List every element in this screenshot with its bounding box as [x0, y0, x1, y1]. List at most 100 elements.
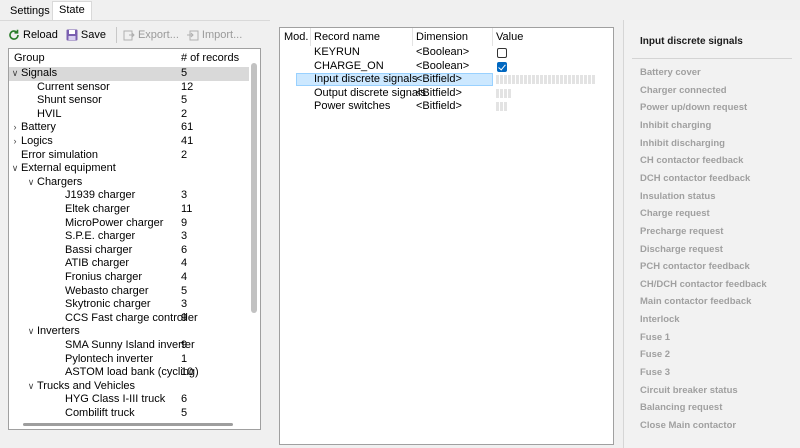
tab-state[interactable]: State [52, 1, 92, 21]
bit-cell[interactable] [504, 88, 507, 98]
record-row[interactable]: KEYRUN <Boolean> [280, 46, 613, 60]
bit-cell[interactable] [572, 75, 575, 85]
bit-cell[interactable] [500, 102, 503, 112]
tree-row[interactable]: J1939 charger 3 [9, 189, 249, 203]
column-count-header[interactable]: # of records [181, 52, 239, 64]
tree-row[interactable]: Combilift truck 5 [9, 407, 249, 421]
tree-row[interactable]: HVIL 2 [9, 108, 249, 122]
chevron-down-icon[interactable]: ∨ [26, 325, 36, 339]
tree-row[interactable]: ASTOM load bank (cycling) 10 [9, 366, 249, 380]
tree-row[interactable]: Pylontech inverter 1 [9, 353, 249, 367]
signal-label: Fuse 2 [640, 349, 671, 361]
group-tree[interactable]: Group # of records ∨ Signals 5 Current sens… [8, 48, 261, 430]
bit-cell[interactable] [536, 75, 539, 85]
bitfield-value[interactable] [496, 75, 596, 85]
column-record-name-header[interactable]: Record name [314, 28, 380, 46]
tree-row[interactable]: CCS Fast charge controller 9 [9, 312, 249, 326]
bit-cell[interactable] [584, 75, 587, 85]
bit-cell[interactable] [516, 75, 519, 85]
bit-cell[interactable] [504, 75, 507, 85]
tree-row[interactable]: Skytronic charger 3 [9, 298, 249, 312]
bit-cell[interactable] [500, 88, 503, 98]
column-group-header[interactable]: Group [14, 52, 45, 64]
bit-cell[interactable] [540, 75, 543, 85]
record-row[interactable]: Input discrete signals <Bitfield> [280, 73, 613, 87]
value-checkbox[interactable] [497, 48, 507, 58]
record-row[interactable]: CHARGE_ON <Boolean> [280, 60, 613, 74]
column-value-header[interactable]: Value [496, 28, 523, 46]
bit-cell[interactable] [496, 102, 499, 112]
export-button[interactable]: Export... [123, 26, 179, 44]
tree-row[interactable]: Error simulation 2 [9, 149, 249, 163]
bit-cell[interactable] [568, 75, 571, 85]
bit-cell[interactable] [588, 75, 591, 85]
bit-cell[interactable] [528, 75, 531, 85]
bit-cell[interactable] [548, 75, 551, 85]
tree-row[interactable]: ATIB charger 4 [9, 257, 249, 271]
tree-row[interactable]: Shunt sensor 5 [9, 94, 249, 108]
chevron-right-icon[interactable]: › [10, 135, 20, 149]
record-row[interactable]: Output discrete signals <Bitfield> [280, 87, 613, 101]
chevron-down-icon[interactable]: ∨ [10, 67, 20, 81]
bitfield-value[interactable] [496, 88, 512, 98]
save-button[interactable]: Save [66, 26, 106, 44]
detail-title: Input discrete signals [640, 36, 743, 47]
tree-row[interactable]: ∨ Trucks and Vehicles [9, 380, 249, 394]
tree-row[interactable]: ∨ Chargers [9, 176, 249, 190]
reload-button[interactable]: Reload [8, 26, 58, 44]
tree-row[interactable]: Webasto charger 5 [9, 285, 249, 299]
tree-row[interactable]: ∨ External equipment [9, 162, 249, 176]
tree-row[interactable]: Bassi charger 6 [9, 244, 249, 258]
record-row[interactable]: Power switches <Bitfield> [280, 100, 613, 114]
bit-cell[interactable] [532, 75, 535, 85]
tree-row[interactable]: Current sensor 12 [9, 81, 249, 95]
bit-cell[interactable] [496, 75, 499, 85]
import-icon [186, 29, 199, 41]
bit-cell[interactable] [564, 75, 567, 85]
tab-settings[interactable]: Settings [4, 3, 56, 20]
tree-row[interactable]: ∨ Signals 5 [9, 67, 249, 81]
tree-row[interactable]: › Logics 41 [9, 135, 249, 149]
chevron-down-icon[interactable]: ∨ [10, 162, 20, 176]
chevron-down-icon[interactable]: ∨ [26, 380, 36, 394]
import-button[interactable]: Import... [186, 26, 242, 44]
column-dimension-header[interactable]: Dimension [416, 28, 468, 46]
tree-row[interactable]: SMA Sunny Island inverter 9 [9, 339, 249, 353]
tree-row[interactable]: S.P.E. charger 3 [9, 230, 249, 244]
tree-row[interactable]: › Battery 61 [9, 121, 249, 135]
bit-cell[interactable] [496, 88, 499, 98]
bit-cell[interactable] [520, 75, 523, 85]
tree-row[interactable]: ∨ Inverters [9, 325, 249, 339]
bit-cell[interactable] [524, 75, 527, 85]
bit-cell[interactable] [504, 102, 507, 112]
bit-cell[interactable] [512, 75, 515, 85]
chevron-down-icon[interactable]: ∨ [26, 176, 36, 190]
tree-row-count: 4 [181, 271, 188, 283]
tree-row[interactable]: Fronius charger 4 [9, 271, 249, 285]
bit-cell[interactable] [576, 75, 579, 85]
chevron-right-icon[interactable]: › [10, 121, 20, 135]
record-dimension: <Boolean> [416, 46, 470, 58]
tree-row-count: 12 [181, 80, 194, 93]
bit-cell[interactable] [580, 75, 583, 85]
bit-cell[interactable] [552, 75, 555, 85]
tree-row[interactable]: MicroPower charger 9 [9, 217, 249, 231]
value-checkbox[interactable] [497, 61, 507, 72]
bit-cell[interactable] [556, 75, 559, 85]
bit-cell[interactable] [500, 75, 503, 85]
bit-cell[interactable] [544, 75, 547, 85]
column-separator[interactable] [412, 28, 413, 46]
bit-cell[interactable] [508, 88, 511, 98]
tree-row[interactable]: Eltek charger 11 [9, 203, 249, 217]
column-separator[interactable] [492, 28, 493, 46]
column-mod-header[interactable]: Mod. [284, 28, 308, 46]
column-separator[interactable] [310, 28, 311, 46]
tree-horizontal-scrollbar[interactable] [23, 423, 233, 426]
bitfield-value[interactable] [496, 102, 508, 112]
bit-cell[interactable] [592, 75, 595, 85]
tree-vertical-scrollbar[interactable] [251, 63, 257, 313]
signal-label: Charge request [640, 208, 710, 220]
bit-cell[interactable] [508, 75, 511, 85]
tree-row[interactable]: HYG Class I-III truck 6 [9, 393, 249, 407]
bit-cell[interactable] [560, 75, 563, 85]
